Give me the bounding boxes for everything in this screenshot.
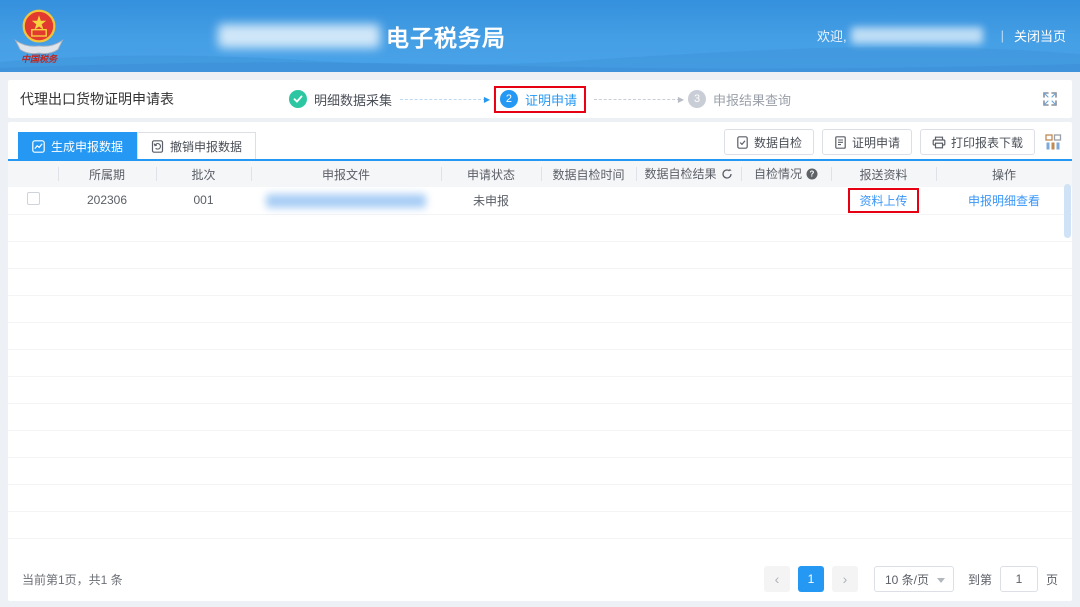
chevron-down-icon xyxy=(936,578,945,583)
print-report-download-button[interactable]: 打印报表下载 xyxy=(919,129,1035,155)
app-title: 电子税务局 xyxy=(386,25,506,51)
select-all-column xyxy=(8,161,58,187)
tab-label: 生成申报数据 xyxy=(51,139,124,154)
svg-text:中国税务: 中国税务 xyxy=(21,54,59,64)
revoke-doc-icon xyxy=(151,139,164,153)
tab-strip: 生成申报数据 撤销申报数据 xyxy=(18,132,257,159)
redacted-declaration-file-link[interactable] xyxy=(266,193,426,208)
close-page-link[interactable]: 关闭当页 xyxy=(1014,26,1066,45)
goto-prefix-label: 到第 xyxy=(967,572,992,587)
certificate-apply-button[interactable]: 证明申请 xyxy=(821,129,912,155)
fullscreen-expand-icon[interactable] xyxy=(1042,91,1058,107)
goto-suffix-label: 页 xyxy=(1045,572,1058,587)
col-declaration-file: 申报文件 xyxy=(251,161,441,187)
row-checkbox[interactable] xyxy=(26,192,40,206)
col-operation: 操作 xyxy=(936,161,1072,187)
col-application-status: 申请状态 xyxy=(441,161,541,187)
page-size-select[interactable]: 10 条/页 xyxy=(873,566,954,592)
col-selfcheck-time: 数据自检时间 xyxy=(541,161,636,187)
col-selfcheck-result: 数据自检结果 xyxy=(636,161,741,187)
step-certificate-application: 2 证明申请 xyxy=(499,90,578,109)
next-page-button[interactable]: › xyxy=(831,566,858,592)
printer-icon xyxy=(932,136,946,149)
chart-icon xyxy=(32,139,45,153)
data-selfcheck-button[interactable]: 数据自检 xyxy=(723,129,814,155)
tab-label: 撤销申报数据 xyxy=(170,139,243,154)
redacted-organization-name xyxy=(218,24,380,48)
col-selfcheck-info: 自检情况? xyxy=(741,161,831,187)
step-connector-1: ▶ xyxy=(399,95,490,104)
declaration-table: 所属期 批次 申报文件 申请状态 数据自检时间 数据自检结果 自检情况? 报送资… xyxy=(8,161,1072,215)
goto-page-input[interactable] xyxy=(999,566,1038,592)
wizard-steps: 明细数据采集 ▶ 2 证明申请 ▶ 3 申报结果查询 xyxy=(288,85,791,113)
tax-emblem-logo: 中国税务 xyxy=(14,9,64,64)
empty-rows-area xyxy=(8,214,1072,561)
welcome-text: 欢迎, xyxy=(816,29,847,44)
app-header: 中国税务 电子税务局 欢迎, | 关闭当页 xyxy=(0,0,1080,72)
panel-footer: 当前第1页，共1 条 ‹ 1 › 10 条/页 到第 页 xyxy=(8,557,1072,601)
certificate-doc-icon xyxy=(834,135,847,149)
step-connector-2: ▶ xyxy=(594,95,684,104)
annotation-box-step2: 2 证明申请 xyxy=(493,85,587,113)
step1-label: 明细数据采集 xyxy=(313,92,392,108)
step3-label: 申报结果查询 xyxy=(713,92,792,108)
cell-period: 202306 xyxy=(58,187,156,215)
step-detail-data-collection: 明细数据采集 xyxy=(288,90,392,109)
declaration-detail-link[interactable]: 申报明细查看 xyxy=(968,194,1040,208)
redacted-username xyxy=(850,27,983,44)
toolbar-buttons: 数据自检 证明申请 打印报表下载 xyxy=(716,129,1062,155)
annotation-box-upload: 资料上传 xyxy=(848,187,919,213)
svg-text:?: ? xyxy=(810,170,815,179)
step2-number-icon: 2 xyxy=(499,90,518,108)
table-row: 202306 001 未申报 资料上传 申报明细查看 xyxy=(8,187,1072,215)
column-settings-icon[interactable] xyxy=(1045,133,1062,151)
step-declaration-result-query: 3 申报结果查询 xyxy=(688,90,791,109)
table-header-row: 所属期 批次 申报文件 申请状态 数据自检时间 数据自检结果 自检情况? 报送资… xyxy=(8,161,1072,187)
cell-selfcheck-time xyxy=(541,187,636,215)
current-page-button[interactable]: 1 xyxy=(797,566,824,592)
toolbar: 生成申报数据 撤销申报数据 数据自检 证明申请 打印报表下载 xyxy=(8,122,1072,161)
button-label: 证明申请 xyxy=(851,135,900,150)
help-question-icon[interactable]: ? xyxy=(806,168,818,183)
tab-generate-declaration-data[interactable]: 生成申报数据 xyxy=(18,132,138,159)
title-steps-bar: 代理出口货物证明申请表 明细数据采集 ▶ 2 证明申请 ▶ 3 申报结果查询 xyxy=(8,80,1072,118)
header-separator: | xyxy=(1000,28,1004,43)
cell-batch: 001 xyxy=(156,187,251,215)
step1-check-icon xyxy=(288,90,307,108)
page-size-value: 10 条/页 xyxy=(884,572,929,587)
col-period: 所属期 xyxy=(58,161,156,187)
prev-page-button[interactable]: ‹ xyxy=(763,566,790,592)
cell-selfcheck-info xyxy=(741,187,831,215)
pagination-summary: 当前第1页，共1 条 xyxy=(22,572,123,587)
pagination: ‹ 1 › 10 条/页 到第 页 xyxy=(756,566,1058,592)
cell-selfcheck-result xyxy=(636,187,741,215)
doc-check-icon xyxy=(736,135,749,149)
button-label: 打印报表下载 xyxy=(950,135,1023,150)
main-panel: 生成申报数据 撤销申报数据 数据自检 证明申请 打印报表下载 所属期 批次 申报… xyxy=(8,122,1072,601)
cell-status: 未申报 xyxy=(441,187,541,215)
refresh-icon[interactable] xyxy=(721,168,733,183)
material-upload-link[interactable]: 资料上传 xyxy=(859,194,907,208)
col-submitted-materials: 报送资料 xyxy=(831,161,936,187)
step3-number-icon: 3 xyxy=(688,90,707,108)
vertical-scrollbar-thumb[interactable] xyxy=(1064,184,1071,238)
step2-label: 证明申请 xyxy=(524,92,578,108)
col-batch: 批次 xyxy=(156,161,251,187)
page-title: 代理出口货物证明申请表 xyxy=(20,91,174,107)
tab-revoke-declaration-data[interactable]: 撤销申报数据 xyxy=(137,132,257,159)
button-label: 数据自检 xyxy=(753,135,802,150)
